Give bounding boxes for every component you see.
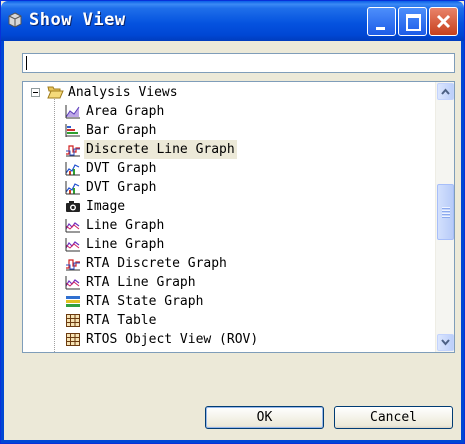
scroll-up-button[interactable] <box>437 83 454 100</box>
chevron-up-icon <box>441 88 450 95</box>
tree-item-rta-state-graph[interactable]: RTA State Graph <box>65 292 425 311</box>
area-graph-icon <box>65 105 80 119</box>
tree-item-area-graph[interactable]: Area Graph <box>65 102 425 121</box>
tree-item-image[interactable]: Image <box>65 197 425 216</box>
scroll-grip-line <box>442 207 450 209</box>
maximize-button[interactable] <box>398 7 427 36</box>
state-graph-icon <box>66 296 80 307</box>
ok-button[interactable]: OK <box>205 406 324 429</box>
line-graph-icon <box>65 219 80 233</box>
scroll-grip-line <box>442 213 450 215</box>
tree-item-label: Image <box>86 199 126 214</box>
bar-graph-icon <box>65 124 80 137</box>
view-tree[interactable]: Analysis Views Area Graph Bar Graph Disc… <box>22 81 455 353</box>
minimize-icon <box>376 27 385 30</box>
scroll-thumb[interactable] <box>437 184 454 240</box>
tree-item-label: Line Graph <box>86 218 165 233</box>
tree-item-line-graph[interactable]: Line Graph <box>65 216 425 235</box>
tree-item-bar-graph[interactable]: Bar Graph <box>65 121 425 140</box>
tree-item-rta-table[interactable]: RTA Table <box>65 311 425 330</box>
dvt-graph-icon <box>65 181 80 195</box>
tree-item-label: RTA Table <box>86 313 157 328</box>
cancel-button[interactable]: Cancel <box>334 406 453 429</box>
line-graph-icon <box>65 276 80 290</box>
collapse-toggle-icon[interactable] <box>31 88 40 97</box>
minimize-button[interactable] <box>367 7 396 36</box>
line-graph-icon <box>65 238 80 252</box>
maximize-icon <box>406 14 421 31</box>
tree-guide-line <box>54 96 56 352</box>
tree-item-partially-visible[interactable] <box>65 349 425 352</box>
scroll-down-button[interactable] <box>437 334 454 351</box>
tree-item-dvt-graph[interactable]: DVT Graph <box>65 178 425 197</box>
tree-item-rta-discrete-graph[interactable]: RTA Discrete Graph <box>65 254 425 273</box>
close-icon <box>436 14 451 29</box>
close-button[interactable] <box>429 7 458 36</box>
filter-input[interactable] <box>22 53 455 73</box>
tree-folder-analysis-views[interactable]: Analysis Views <box>23 83 323 102</box>
show-view-dialog: Show View Analysis Views Area Graph Bar … <box>0 0 465 444</box>
folder-open-icon <box>47 86 64 99</box>
tree-item-label: Area Graph <box>86 104 165 119</box>
tree-item-label: RTOS Object View (ROV) <box>86 332 259 347</box>
tree-folder-label: Analysis Views <box>68 85 178 100</box>
dialog-title: Show View <box>29 10 126 30</box>
tree-item-line-graph[interactable]: Line Graph <box>65 235 425 254</box>
tree-item-label: Line Graph <box>86 237 165 252</box>
eclipse-view-icon <box>8 12 22 28</box>
tree-item-discrete-line-graph[interactable]: Discrete Line Graph <box>65 140 425 159</box>
discrete-graph-icon <box>66 145 80 157</box>
text-caret <box>26 56 27 70</box>
tree-item-rta-line-graph[interactable]: RTA Line Graph <box>65 273 425 292</box>
tree-item-dvt-graph[interactable]: DVT Graph <box>65 159 425 178</box>
table-icon <box>66 333 80 346</box>
tree-item-label: RTA Discrete Graph <box>86 256 227 271</box>
tree-item-label: DVT Graph <box>86 161 157 176</box>
title-bar[interactable]: Show View <box>1 1 464 41</box>
dialog-body: Analysis Views Area Graph Bar Graph Disc… <box>1 41 464 443</box>
tree-item-label: RTA State Graph <box>86 294 204 309</box>
discrete-graph-icon <box>66 259 80 271</box>
camera-icon <box>66 201 80 212</box>
chevron-down-icon <box>441 339 450 346</box>
dvt-graph-icon <box>65 162 80 176</box>
tree-item-label: DVT Graph <box>86 180 157 195</box>
table-icon <box>66 314 80 327</box>
scroll-grip-line <box>442 216 450 218</box>
graph-icon <box>65 351 81 352</box>
tree-item-rtos-object-view[interactable]: RTOS Object View (ROV) <box>65 330 425 349</box>
tree-item-label: Bar Graph <box>86 123 157 138</box>
tree-vertical-scrollbar[interactable] <box>435 82 454 352</box>
tree-item-label: RTA Line Graph <box>86 275 196 290</box>
tree-item-label: Discrete Line Graph <box>84 140 237 159</box>
scroll-grip-line <box>442 210 450 212</box>
tree-rows: Analysis Views Area Graph Bar Graph Disc… <box>23 82 435 352</box>
